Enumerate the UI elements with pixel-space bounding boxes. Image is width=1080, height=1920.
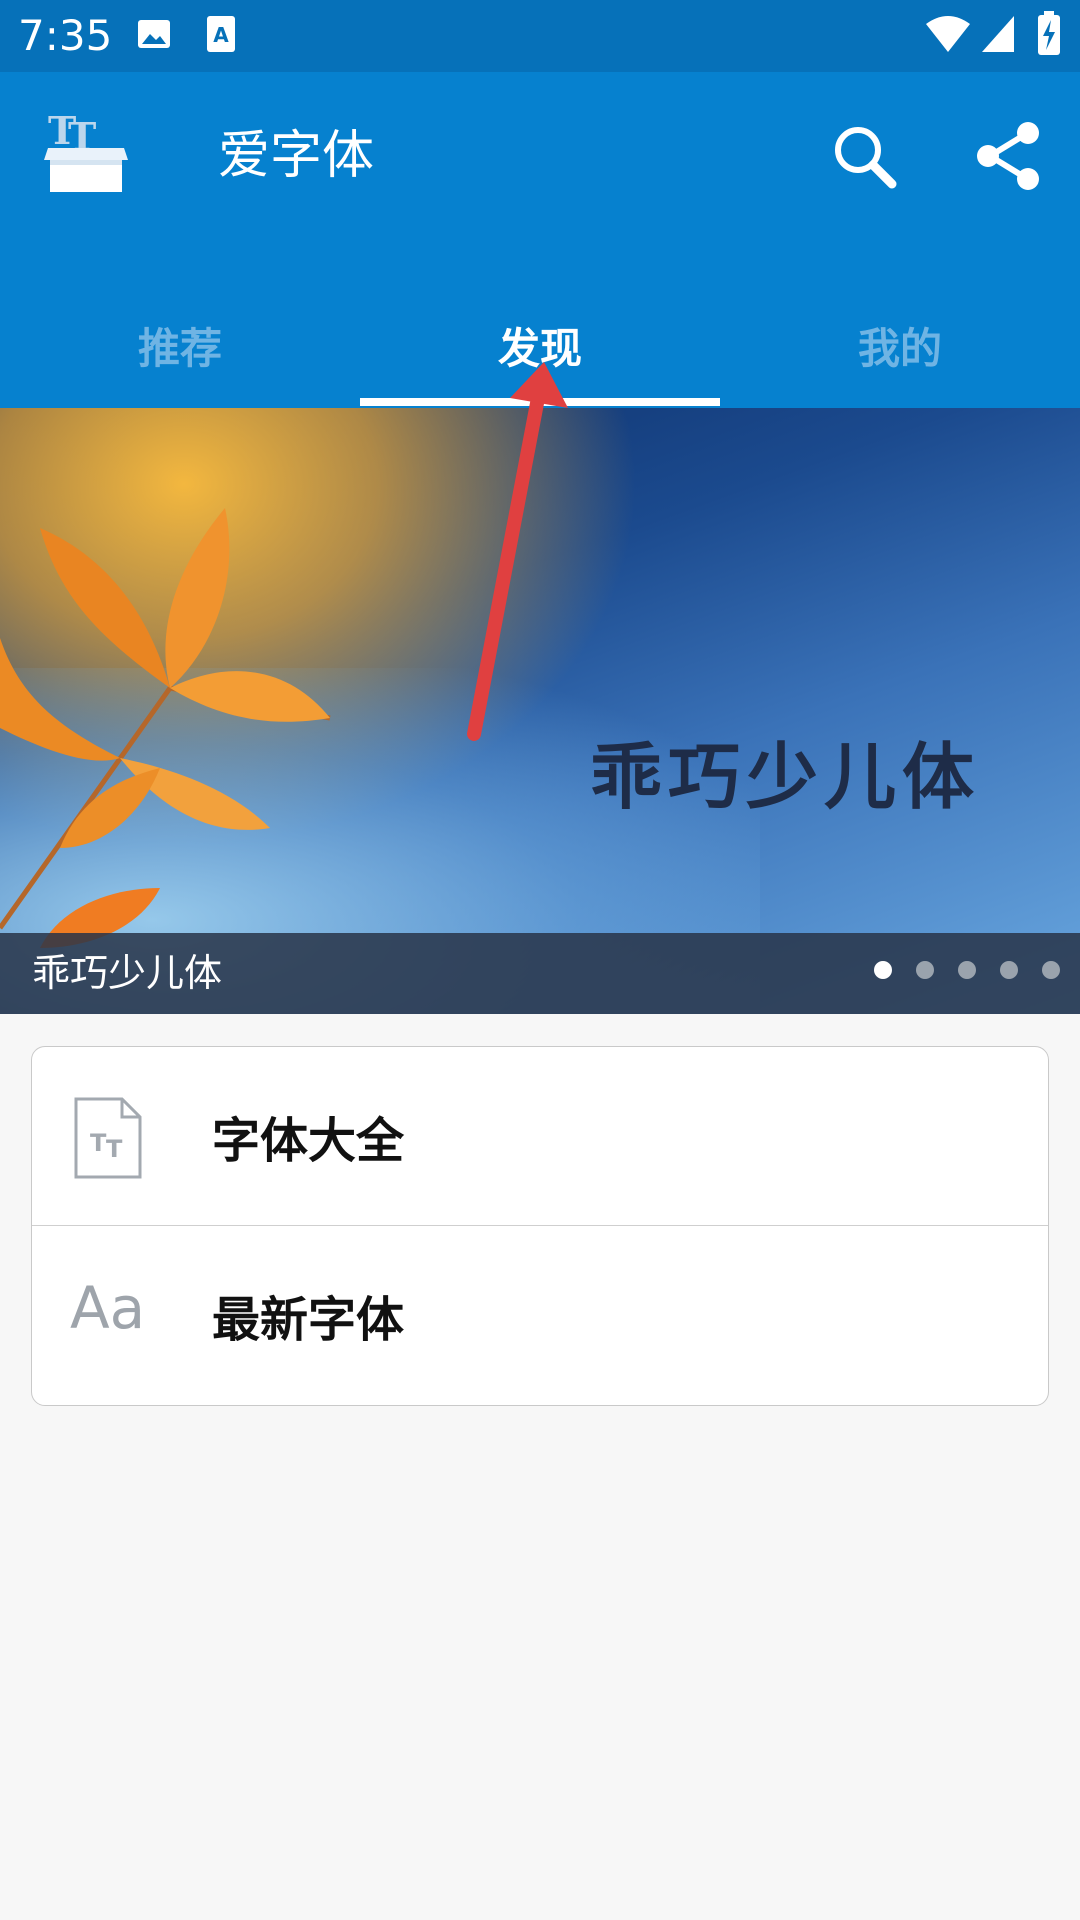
- tab-discover-label: 发现: [497, 323, 582, 373]
- aa-icon-wrap: Aa: [32, 1226, 182, 1404]
- search-icon: [835, 127, 897, 189]
- svg-text:A: A: [213, 23, 229, 47]
- latest-fonts-label: 最新字体: [212, 1292, 405, 1348]
- tab-mine[interactable]: 我的: [720, 282, 1080, 408]
- tab-discover[interactable]: 发现: [360, 282, 720, 408]
- font-collection-label: 字体大全: [212, 1113, 405, 1169]
- menu-card: T T 字体大全 Aa 最新字体: [31, 1046, 1049, 1406]
- svg-text:T: T: [90, 1129, 107, 1157]
- status-time: 7:35: [18, 11, 113, 60]
- image-icon: [138, 20, 170, 48]
- tab-bar: 推荐 发现 我的: [0, 282, 1080, 408]
- font-collection-item[interactable]: T T 字体大全: [32, 1047, 1048, 1226]
- banner-caption: 乖巧少儿体: [32, 951, 223, 995]
- carousel-dot: [1000, 961, 1018, 979]
- font-document-icon: T T: [74, 1097, 142, 1179]
- banner-caption-bar: 乖巧少儿体: [0, 933, 1080, 1014]
- carousel-dot: [874, 961, 892, 979]
- carousel-dot: [1042, 961, 1060, 979]
- search-button[interactable]: [816, 108, 912, 204]
- aa-icon: Aa: [70, 1274, 146, 1342]
- leaf-illustration: [0, 508, 331, 948]
- tab-recommend[interactable]: 推荐: [0, 282, 360, 408]
- carousel-dot: [916, 961, 934, 979]
- banner-art-text: 乖巧少儿体: [590, 734, 981, 819]
- app-bar: T T 爱字体 推荐 发现 我的: [0, 72, 1080, 408]
- status-bar: 7:35 A: [0, 0, 1080, 72]
- share-icon: [977, 122, 1039, 190]
- tab-indicator: [360, 398, 720, 406]
- font-app-icon: A: [207, 16, 235, 52]
- app-logo-icon: T T: [44, 112, 128, 192]
- carousel-dot: [958, 961, 976, 979]
- tab-recommend-label: 推荐: [137, 323, 222, 373]
- battery-icon: [1038, 11, 1060, 55]
- wifi-icon: [926, 16, 970, 52]
- carousel-indicator: [874, 961, 1060, 979]
- latest-fonts-item[interactable]: Aa 最新字体: [32, 1226, 1048, 1404]
- banner-carousel[interactable]: 乖巧少儿体 乖巧少儿体: [0, 408, 1080, 1014]
- share-button[interactable]: [960, 108, 1056, 204]
- signal-icon: [982, 16, 1014, 52]
- tab-mine-label: 我的: [857, 323, 942, 373]
- font-document-icon-wrap: T T: [32, 1047, 182, 1225]
- app-title: 爱字体: [218, 126, 375, 186]
- svg-text:T: T: [106, 1135, 123, 1163]
